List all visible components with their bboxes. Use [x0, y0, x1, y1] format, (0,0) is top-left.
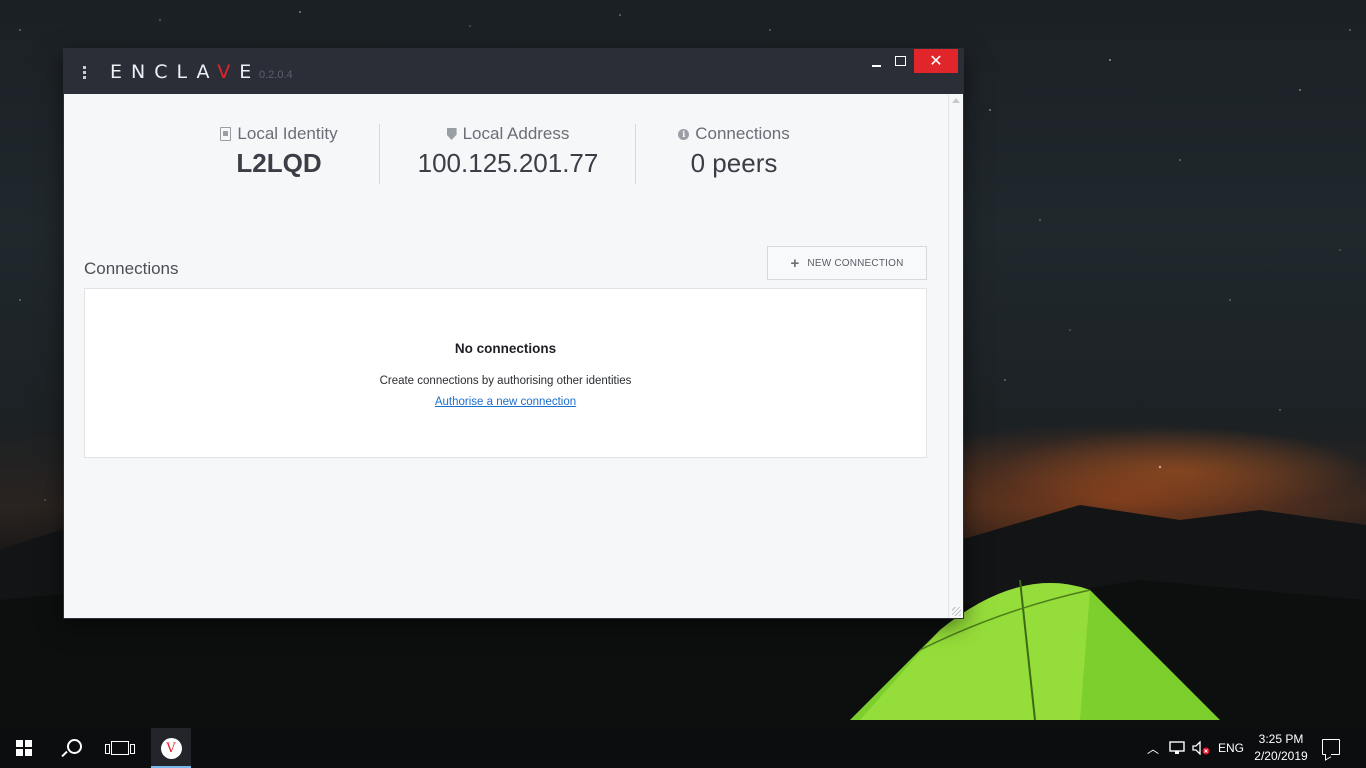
action-center-icon[interactable] — [1322, 739, 1340, 755]
clock-time: 3:25 PM — [1258, 732, 1304, 746]
windows-logo-icon — [16, 740, 32, 756]
search-icon — [66, 738, 82, 754]
shield-icon — [446, 128, 457, 140]
clock-date: 2/20/2019 — [1254, 749, 1308, 763]
menu-icon[interactable] — [80, 63, 88, 81]
stat-connections: i Connections 0 peers — [614, 124, 854, 179]
maximize-icon — [894, 56, 906, 66]
new-connection-button[interactable]: + NEW CONNECTION — [767, 246, 927, 280]
stats-row: Local Identity L2LQD Local Address 100.1… — [64, 124, 949, 184]
stat-label: Local Address — [462, 124, 570, 143]
app-version: 0.2.0.4 — [259, 69, 293, 81]
volume-button[interactable] — [1190, 728, 1212, 768]
connections-panel: No connections Create connections by aut… — [84, 288, 927, 458]
plus-icon: + — [790, 254, 800, 272]
stat-label: Connections — [695, 124, 790, 143]
empty-state-title: No connections — [454, 341, 557, 356]
maximize-button[interactable] — [884, 49, 916, 73]
network-icon — [1169, 741, 1185, 754]
id-badge-icon — [220, 127, 232, 141]
connections-count-value: 0 peers — [690, 148, 778, 178]
app-logo: ENCLAVE — [110, 61, 260, 83]
close-button[interactable]: ✕ — [914, 49, 958, 73]
start-button[interactable] — [0, 728, 48, 768]
main-content: Local Identity L2LQD Local Address 100.1… — [64, 94, 963, 618]
stat-local-address: Local Address 100.125.201.77 — [388, 124, 628, 179]
search-button[interactable] — [48, 728, 96, 768]
stat-local-identity: Local Identity L2LQD — [159, 124, 399, 179]
enclave-window: ENCLAVE 0.2.0.4 ✕ Local Identity L2LQD L… — [64, 49, 963, 618]
app-name-accent: V — [217, 61, 240, 83]
new-connection-label: NEW CONNECTION — [807, 257, 904, 269]
divider — [379, 124, 380, 184]
app-name-part: E — [239, 61, 261, 83]
minimize-icon — [871, 65, 881, 67]
title-bar[interactable]: ENCLAVE 0.2.0.4 ✕ — [64, 49, 963, 94]
info-icon: i — [678, 128, 690, 140]
task-view-button[interactable] — [96, 728, 144, 768]
enclave-app-icon: V — [160, 737, 182, 759]
taskbar: V ︿ ENG 3:25 PM 2/20/2019 — [0, 728, 1366, 768]
empty-state-description: Create connections by authorising other … — [379, 375, 632, 387]
volume-muted-icon — [1192, 741, 1210, 755]
app-name-part: ENCLA — [110, 61, 218, 83]
task-view-icon — [105, 741, 135, 755]
chevron-up-icon: ︿ — [1146, 741, 1159, 756]
authorise-connection-link[interactable]: Authorise a new connection — [435, 396, 576, 408]
resize-grip-icon[interactable] — [952, 607, 961, 616]
input-language[interactable]: ENG — [1214, 728, 1248, 768]
taskbar-enclave-app[interactable]: V — [151, 728, 191, 768]
stat-label: Local Identity — [237, 124, 338, 143]
close-icon: ✕ — [929, 53, 943, 70]
show-hidden-icons-button[interactable]: ︿ — [1143, 728, 1163, 768]
connections-heading: Connections — [84, 259, 179, 278]
network-button[interactable] — [1166, 728, 1188, 768]
local-address-value: 100.125.201.77 — [417, 148, 599, 178]
vertical-scrollbar[interactable] — [948, 94, 963, 618]
scroll-up-icon[interactable] — [952, 98, 960, 103]
taskbar-clock[interactable]: 3:25 PM 2/20/2019 — [1250, 731, 1312, 765]
local-identity-value: L2LQD — [236, 148, 322, 178]
